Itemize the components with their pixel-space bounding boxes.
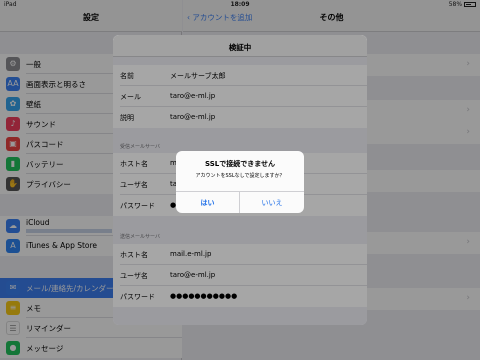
- yes-button[interactable]: はい: [176, 192, 240, 213]
- alert-message: アカウントをSSLなしで設定しますか？: [195, 173, 285, 179]
- alert-button-bar: はい いいえ: [176, 191, 304, 213]
- alert-title: SSLで接続できません: [204, 160, 276, 168]
- ssl-alert-dialog: SSLで接続できません アカウントをSSLなしで設定しますか？ はい いいえ: [176, 151, 304, 213]
- no-button[interactable]: いいえ: [240, 192, 304, 213]
